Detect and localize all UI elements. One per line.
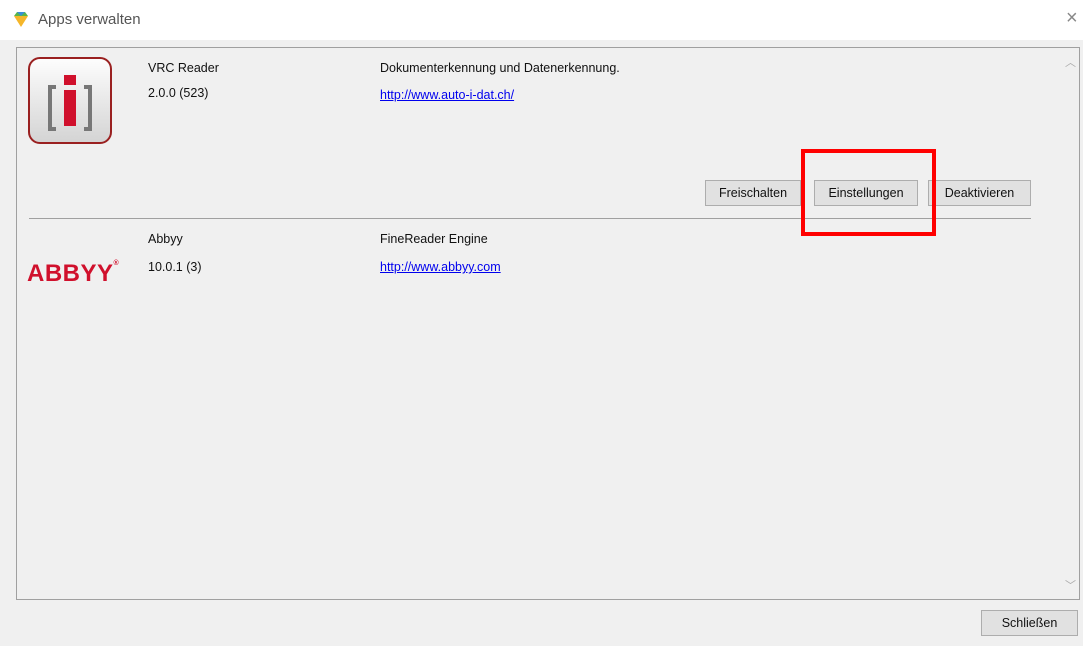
close-button[interactable]: Schließen <box>981 610 1078 636</box>
app-name: Abbyy <box>148 232 183 246</box>
vrc-reader-logo <box>28 57 112 144</box>
app-name: VRC Reader <box>148 61 219 75</box>
app-gem-icon <box>14 12 28 27</box>
window-title: Apps verwalten <box>38 11 141 28</box>
apps-list: VRC Reader 2.0.0 (523) Dokumenterkennung… <box>16 47 1080 600</box>
app-description: Dokumenterkennung und Datenerkennung. <box>380 61 620 75</box>
deactivate-button[interactable]: Deaktivieren <box>928 180 1031 206</box>
app-url-link[interactable]: http://www.abbyy.com <box>380 260 501 274</box>
scroll-up-icon[interactable]: ︿ <box>1065 54 1076 70</box>
title-bar: Apps verwalten × <box>0 0 1083 40</box>
app-url-link[interactable]: http://www.auto-i-dat.ch/ <box>380 88 514 102</box>
highlight-annotation <box>801 149 936 236</box>
app-version: 2.0.0 (523) <box>148 86 209 100</box>
abbyy-logo: ABBYY® <box>27 260 120 287</box>
close-icon[interactable]: × <box>1066 8 1078 28</box>
app-description: FineReader Engine <box>380 232 488 246</box>
app-version: 10.0.1 (3) <box>148 260 202 274</box>
scroll-down-icon[interactable]: ﹀ <box>1065 577 1076 593</box>
unlock-button[interactable]: Freischalten <box>705 180 801 206</box>
vertical-scrollbar[interactable]: ︿ ﹀ <box>1062 48 1079 599</box>
